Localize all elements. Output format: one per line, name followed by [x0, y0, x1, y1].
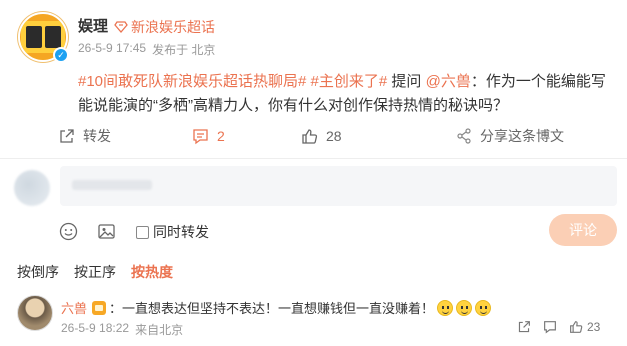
sort-tab-asc[interactable]: 按正序 [74, 262, 116, 282]
comment-count: 2 [217, 128, 225, 144]
submit-comment-button[interactable]: 评论 [549, 214, 617, 246]
comment-author-name[interactable]: 六兽 [61, 298, 87, 317]
mention-link[interactable]: @六兽 [426, 73, 471, 90]
fan-badge-icon [92, 300, 107, 315]
forward-icon [60, 128, 74, 143]
comment-reply-icon[interactable] [543, 320, 557, 334]
comment-meta: 26-5-9 18:22 来自北京 [61, 321, 183, 338]
share-button[interactable]: 分享这条博文 [456, 126, 564, 146]
sort-tab-desc[interactable]: 按倒序 [17, 262, 59, 282]
comment-like-button[interactable]: 23 [569, 320, 600, 334]
hashtag-link[interactable]: #10间敢死队新浪娱乐超话热聊局# [78, 73, 306, 90]
thumbs-up-icon [570, 321, 583, 333]
sort-tabs: 按倒序 按正序 按热度 [17, 262, 188, 282]
forward-label: 转发 [83, 128, 111, 144]
post-author-name[interactable]: 娱理 [78, 15, 108, 36]
like-count: 28 [326, 128, 342, 144]
smile-emoji-icon [475, 299, 492, 316]
repost-label: 同时转发 [153, 224, 209, 240]
post-author-avatar[interactable]: ✓ [18, 12, 69, 63]
share-icon [457, 128, 471, 144]
comment-text: ：一直想表达但坚持不表达！一直想赚钱但一直没赚着！ [109, 301, 435, 316]
current-user-avatar[interactable] [14, 170, 50, 206]
smile-emoji-icon [456, 299, 473, 316]
like-button[interactable]: 28 [301, 128, 342, 145]
comment-like-count: 23 [587, 320, 601, 334]
image-icon[interactable] [96, 221, 116, 241]
emoji-icon[interactable] [58, 221, 78, 241]
thumbs-up-icon [302, 128, 318, 144]
comment-placeholder-blur [72, 180, 152, 190]
topic-tag-label: 新浪娱乐超话 [131, 19, 215, 35]
post-timestamp[interactable]: 26-5-9 17:45 [78, 41, 146, 58]
post-actions: 转发 2 28 分享这条博文 [58, 124, 598, 148]
hashtag-link[interactable]: #主创来了# [311, 73, 388, 90]
diamond-icon [114, 21, 128, 33]
comment-content: 六兽 ：一直想表达但坚持不表达！一直想赚钱但一直没赚着！ [61, 298, 492, 317]
post-source: 发布于 北京 [152, 43, 216, 57]
checkbox-box[interactable] [136, 225, 149, 239]
post-meta: 26-5-9 17:45 发布于 北京 [78, 41, 215, 58]
verified-badge-icon: ✓ [53, 47, 69, 63]
comment-author-avatar[interactable] [17, 295, 53, 331]
repost-checkbox[interactable]: 同时转发 [136, 222, 209, 242]
comment-input[interactable] [60, 166, 617, 206]
share-label: 分享这条博文 [480, 128, 564, 144]
forward-button[interactable]: 转发 [58, 126, 111, 146]
comment-source: 来自北京 [135, 323, 184, 337]
topic-tag[interactable]: 新浪娱乐超话 [114, 17, 215, 37]
comment-forward-icon[interactable] [517, 320, 531, 334]
post-prefix: 提问 [391, 73, 422, 90]
comment-button[interactable]: 2 [192, 128, 225, 145]
comment-icon [193, 128, 208, 144]
sort-tab-hot[interactable]: 按热度 [131, 262, 173, 282]
comment-timestamp: 26-5-9 18:22 [61, 321, 130, 335]
smile-emoji-icon [437, 299, 454, 316]
post-body: #10间敢死队新浪娱乐超话热聊局# #主创来了# 提问 @六兽：作为一个能编能写… [78, 70, 618, 118]
comment-actions: 23 [517, 320, 600, 334]
section-divider [0, 158, 627, 159]
